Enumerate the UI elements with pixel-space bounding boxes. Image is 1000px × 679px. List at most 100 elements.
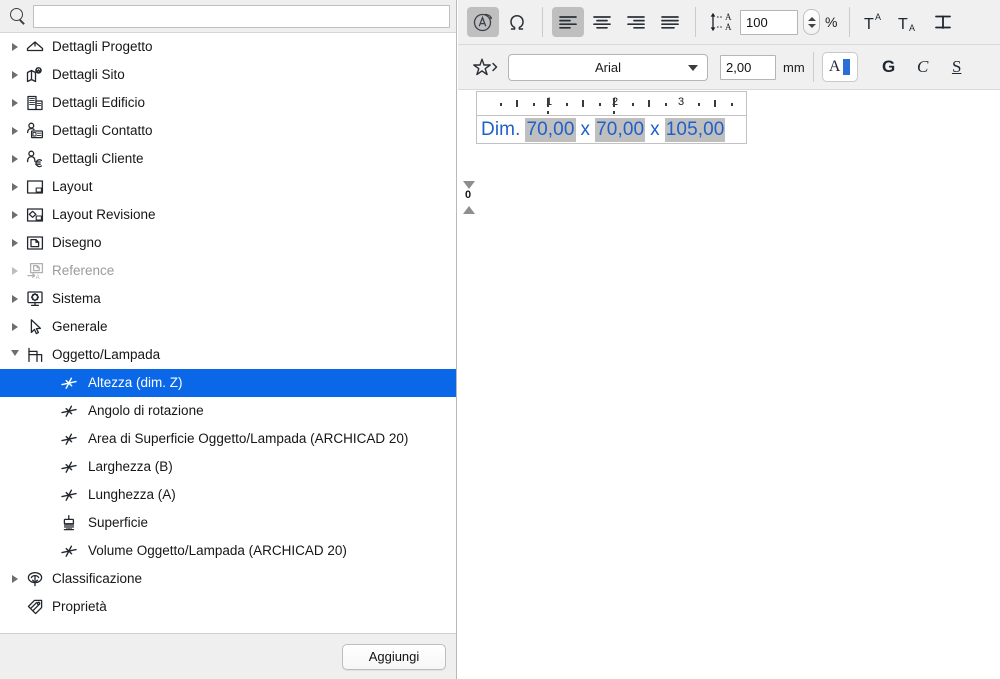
parameter-icon — [56, 457, 82, 477]
underline-button[interactable]: S — [941, 52, 973, 82]
disclosure-triangle-open-icon[interactable] — [8, 350, 22, 360]
tree-view[interactable]: Dettagli Progetto Dettagli Sito Dettagli… — [0, 33, 456, 633]
left-indent-marker[interactable] — [463, 206, 475, 214]
tab-stop-marker[interactable] — [547, 98, 549, 107]
svg-text:T: T — [864, 16, 874, 32]
disclosure-triangle-icon[interactable] — [8, 267, 22, 275]
tree-item-label: Dettagli Edificio — [52, 95, 146, 111]
tree-item[interactable]: Altezza (dim. Z) — [0, 369, 456, 397]
tree-item-label: Dettagli Progetto — [52, 39, 153, 55]
align-left-icon[interactable] — [552, 7, 584, 37]
line-spacing-stepper[interactable] — [803, 9, 820, 35]
tree-item-label: Area di Superficie Oggetto/Lampada (ARCH… — [88, 431, 409, 447]
disclosure-triangle-icon[interactable] — [8, 71, 22, 79]
tree-item[interactable]: Generale — [0, 313, 456, 341]
svg-text:A: A — [725, 22, 732, 32]
ruler-label: 3 — [677, 96, 685, 108]
circled-a-rotate-icon[interactable] — [467, 7, 499, 37]
search-input[interactable] — [33, 4, 450, 28]
text-color-icon[interactable]: A — [821, 52, 858, 82]
classification-icon — [22, 569, 48, 589]
ruler-tick — [516, 100, 518, 107]
tree-item[interactable]: Disegno — [0, 229, 456, 257]
tree-item[interactable]: Classificazione — [0, 565, 456, 593]
tree-item[interactable]: A Reference — [0, 257, 456, 285]
ruler-tick — [631, 103, 634, 106]
bold-button[interactable]: G — [873, 52, 905, 82]
search-bar — [0, 0, 456, 33]
toolbar-divider-3 — [849, 7, 851, 37]
tree-item[interactable]: Dettagli Cliente — [0, 145, 456, 173]
tree-item[interactable]: Sistema — [0, 285, 456, 313]
superscript-icon[interactable]: T A — [859, 7, 891, 37]
bold-label: G — [882, 57, 896, 76]
strikethrough-icon[interactable] — [927, 7, 959, 37]
ruler-tick — [714, 100, 716, 107]
tree-item[interactable]: Superficie — [0, 509, 456, 537]
disclosure-triangle-icon[interactable] — [8, 323, 22, 331]
tree-item[interactable]: Dettagli Sito — [0, 61, 456, 89]
add-button[interactable]: Aggiungi — [342, 643, 446, 670]
tree-item[interactable]: Dettagli Edificio — [0, 89, 456, 117]
align-right-icon[interactable] — [620, 7, 652, 37]
disclosure-triangle-icon[interactable] — [8, 295, 22, 303]
percent-label: % — [825, 14, 838, 30]
font-size-input[interactable] — [720, 54, 776, 80]
dim-value-3[interactable]: 105,00 — [664, 117, 726, 142]
svg-text:A: A — [36, 275, 40, 281]
font-family-select[interactable]: Arial — [508, 53, 708, 81]
property-tree-panel: Dettagli Progetto Dettagli Sito Dettagli… — [0, 0, 457, 679]
align-center-icon[interactable] — [586, 7, 618, 37]
ruler-origin-label: 0 — [465, 189, 472, 201]
toolbar-divider-2 — [695, 7, 696, 37]
line-spacing-input[interactable] — [740, 9, 798, 35]
align-justify-icon[interactable] — [654, 7, 686, 37]
first-line-indent-marker[interactable] — [463, 181, 475, 189]
italic-button[interactable]: C — [907, 52, 939, 82]
disclosure-triangle-icon[interactable] — [8, 43, 22, 51]
tab-stop-marker[interactable] — [613, 98, 615, 107]
text-edit-field[interactable]: Dim. 70,00 x 70,00 x 105,00 — [476, 115, 747, 144]
omega-icon[interactable] — [501, 7, 533, 37]
tree-item[interactable]: Dettagli Contatto — [0, 117, 456, 145]
disclosure-triangle-icon[interactable] — [8, 211, 22, 219]
star-favorites-icon[interactable] — [467, 52, 507, 82]
disclosure-triangle-icon[interactable] — [8, 575, 22, 583]
tree-item-label: Altezza (dim. Z) — [88, 375, 183, 391]
disclosure-triangle-icon[interactable] — [8, 99, 22, 107]
dim-value-2[interactable]: 70,00 — [595, 117, 646, 142]
chevron-down-icon — [688, 65, 698, 71]
text-ruler[interactable]: 123 — [476, 91, 747, 115]
text-color-swatch — [843, 59, 851, 75]
tree-item[interactable]: Proprietà — [0, 593, 456, 621]
disclosure-triangle-icon[interactable] — [8, 155, 22, 163]
tree-item[interactable]: Angolo di rotazione — [0, 397, 456, 425]
disclosure-triangle-icon[interactable] — [8, 127, 22, 135]
dim-value-1[interactable]: 70,00 — [525, 117, 576, 142]
tree-item[interactable]: Oggetto/Lampada — [0, 341, 456, 369]
ruler-tick — [664, 103, 667, 106]
tree-item[interactable]: Lunghezza (A) — [0, 481, 456, 509]
tree-item[interactable]: Dettagli Progetto — [0, 33, 456, 61]
disclosure-triangle-icon[interactable] — [8, 183, 22, 191]
svg-text:A: A — [725, 12, 732, 22]
property-tag-icon — [22, 597, 48, 617]
tree-item-label: Lunghezza (A) — [88, 487, 176, 503]
tree-item-label: Dettagli Contatto — [52, 123, 153, 139]
dim-prefix: Dim. — [481, 118, 521, 140]
map-pin-icon — [22, 65, 48, 85]
tree-item[interactable]: Volume Oggetto/Lampada (ARCHICAD 20) — [0, 537, 456, 565]
subscript-icon[interactable]: T A — [893, 7, 925, 37]
tree-item-label: Superficie — [88, 515, 149, 531]
tree-item-label: Dettagli Sito — [52, 67, 125, 83]
indent-markers[interactable]: 0 — [460, 181, 478, 217]
tree-item[interactable]: Layout — [0, 173, 456, 201]
toolbar-row-font: Arial mm A G C S — [458, 45, 1000, 90]
disclosure-triangle-icon[interactable] — [8, 239, 22, 247]
tree-item[interactable]: Larghezza (B) — [0, 453, 456, 481]
building-icon — [22, 93, 48, 113]
reference-icon: A — [22, 261, 48, 281]
tree-item[interactable]: Layout Revisione — [0, 201, 456, 229]
parameter-icon — [56, 485, 82, 505]
tree-item[interactable]: Area di Superficie Oggetto/Lampada (ARCH… — [0, 425, 456, 453]
